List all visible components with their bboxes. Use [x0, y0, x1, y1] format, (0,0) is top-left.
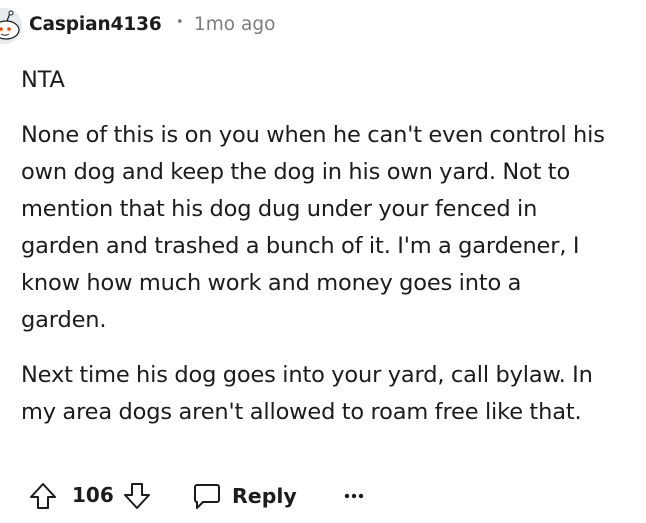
arrow-up-icon[interactable] [28, 481, 58, 511]
reply-label: Reply [232, 484, 297, 508]
vote-score: 106 [72, 483, 114, 507]
comment: Caspian4136 • 1mo ago NTA None of this i… [0, 0, 646, 523]
avatar[interactable] [0, 8, 22, 44]
snoo-avatar-icon [0, 8, 22, 44]
comment-paragraph: Next time his dog goes into your yard, c… [21, 362, 593, 425]
comment-action-bar: 106 Reply [28, 478, 428, 514]
reply-button[interactable]: Reply [192, 478, 297, 514]
more-horizontal-icon [344, 493, 364, 499]
speech-bubble-icon [192, 481, 222, 511]
comment-body: NTA None of this is on you when he can't… [21, 62, 641, 431]
more-options-button[interactable] [342, 478, 366, 514]
meta-separator: • [176, 15, 184, 30]
comment-paragraph: None of this is on you when he can't eve… [21, 122, 605, 333]
arrow-down-icon[interactable] [122, 481, 152, 511]
comment-paragraph: NTA [21, 67, 65, 93]
comment-author[interactable]: Caspian4136 [29, 14, 162, 35]
comment-timestamp[interactable]: 1mo ago [194, 14, 275, 35]
